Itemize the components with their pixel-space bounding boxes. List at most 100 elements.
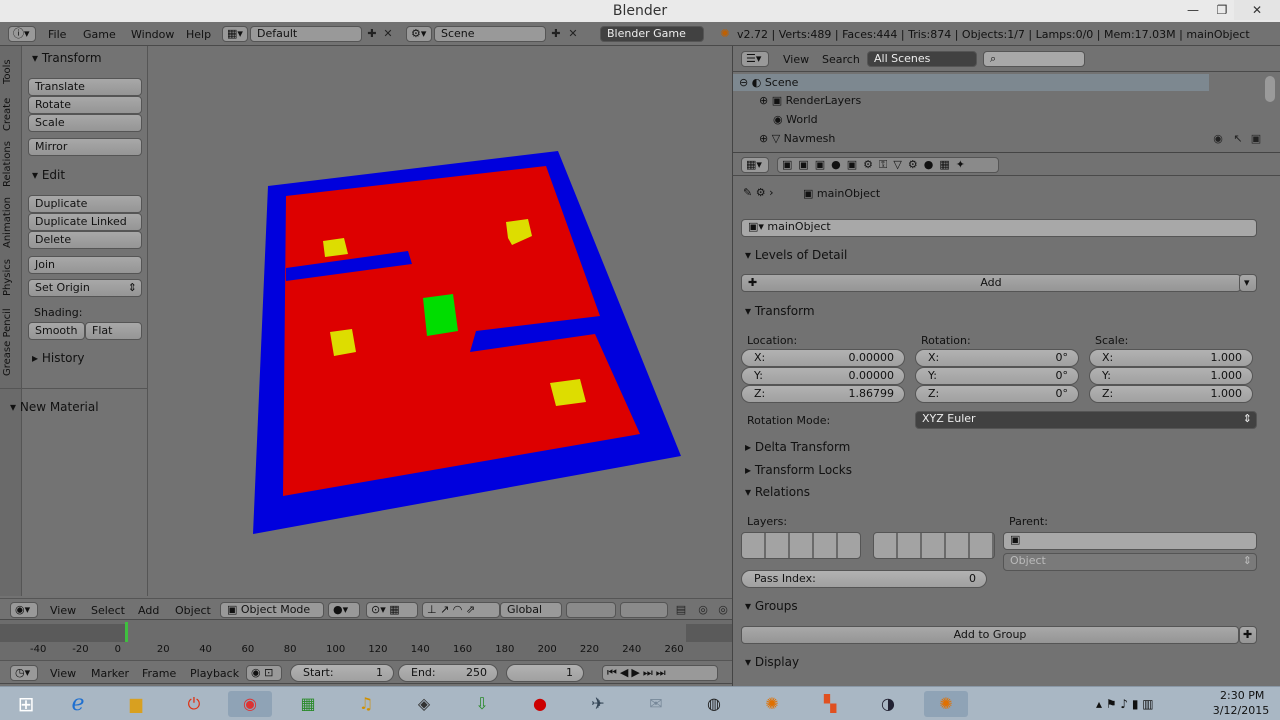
outliner-editor-type-icon[interactable]: ☰▾: [741, 51, 769, 67]
menu-window[interactable]: Window: [131, 28, 174, 41]
outliner-row-navmesh[interactable]: ⊕ ▽ Navmesh: [759, 132, 835, 145]
add-layout-icon[interactable]: ✚: [365, 27, 379, 41]
duplicate-linked-button[interactable]: Duplicate Linked: [28, 213, 142, 231]
transform-locks-header[interactable]: ▸ Transform Locks: [745, 463, 852, 477]
delete-button[interactable]: Delete: [28, 231, 142, 249]
add-group-plus-icon[interactable]: ✚: [1239, 626, 1257, 644]
rotation-x-field[interactable]: X: 0°: [915, 349, 1079, 367]
pin-icon[interactable]: ✎ ⚙ ›: [743, 186, 773, 199]
download-app-icon[interactable]: ⇩: [460, 691, 504, 717]
layer-buttons-2[interactable]: [620, 602, 668, 618]
3d-viewport[interactable]: [148, 46, 732, 598]
render-camera-icon[interactable]: ▣: [1249, 132, 1263, 146]
tab-relations[interactable]: Relations: [2, 138, 20, 190]
viewport-shading-icon[interactable]: ●▾: [328, 602, 360, 618]
rotate-button[interactable]: Rotate: [28, 96, 142, 114]
object-layers-grid-1[interactable]: [741, 532, 861, 559]
layout-selector[interactable]: Default: [250, 26, 362, 42]
mode-selector[interactable]: ▣ Object Mode: [220, 602, 324, 618]
tab-tools[interactable]: Tools: [2, 54, 20, 90]
start-button-icon[interactable]: ⊞: [4, 691, 48, 717]
end-frame-field[interactable]: End: 250: [398, 664, 498, 682]
smooth-button[interactable]: Smooth: [28, 322, 85, 340]
view3d-menu-object[interactable]: Object: [175, 604, 211, 617]
visibility-eye-icon[interactable]: ◉: [1211, 132, 1225, 146]
playback-controls[interactable]: ⏮◀▶⏭⏭: [602, 665, 718, 681]
record-lock-icons[interactable]: ◉ ⊡: [246, 665, 282, 681]
minimize-button[interactable]: —: [1176, 0, 1210, 20]
transform-props-header[interactable]: ▾ Transform: [745, 304, 815, 318]
view3d-menu-add[interactable]: Add: [138, 604, 159, 617]
object-name-field[interactable]: ▣▾ mainObject: [741, 219, 1257, 237]
file-explorer-icon[interactable]: ▆: [114, 691, 158, 717]
menu-game[interactable]: Game: [83, 28, 116, 41]
translate-button[interactable]: Translate: [28, 78, 142, 96]
power-app-icon[interactable]: ⏻: [172, 691, 216, 717]
timeline-menu-frame[interactable]: Frame: [142, 667, 176, 680]
menu-help[interactable]: Help: [186, 28, 211, 41]
duplicate-button[interactable]: Duplicate: [28, 195, 142, 213]
info-editor-type-icon[interactable]: ⓘ▾: [8, 26, 36, 42]
restore-button[interactable]: ❐: [1210, 0, 1234, 20]
groups-header[interactable]: ▾ Groups: [745, 599, 798, 613]
scale-y-field[interactable]: Y: 1.000: [1089, 367, 1253, 385]
set-origin-dropdown[interactable]: Set Origin ⇕: [28, 279, 142, 297]
render-engine-selector[interactable]: Blender Game: [600, 26, 704, 42]
timeline-menu-marker[interactable]: Marker: [91, 667, 129, 680]
timeline[interactable]: -40 -20 0 20 40 60 80 100 120 140 160 180 200 220 240 2…: [0, 620, 732, 660]
remove-scene-icon[interactable]: ✕: [566, 27, 580, 41]
history-panel-header[interactable]: ▸ History: [32, 351, 85, 365]
tab-create[interactable]: Create: [2, 94, 20, 134]
remove-layout-icon[interactable]: ✕: [381, 27, 395, 41]
start-frame-field[interactable]: Start: 1: [290, 664, 394, 682]
clock-time[interactable]: 2:30 PM: [1220, 689, 1264, 702]
pivot-snap-icons[interactable]: ⊙▾ ▦: [366, 602, 418, 618]
lod-add-button[interactable]: ✚ Add: [741, 274, 1241, 292]
outliner-search-input[interactable]: ⌕: [983, 51, 1085, 67]
relations-header[interactable]: ▾ Relations: [745, 485, 810, 499]
rotation-z-field[interactable]: Z: 0°: [915, 385, 1079, 403]
render-preview-icon[interactable]: ◎: [696, 603, 710, 617]
scale-x-field[interactable]: X: 1.000: [1089, 349, 1253, 367]
system-tray-icons[interactable]: ▴ ⚑ ♪ ▮ ▥: [1096, 697, 1154, 711]
rotation-mode-selector[interactable]: XYZ Euler ⇕: [915, 411, 1257, 429]
location-y-field[interactable]: Y: 0.00000: [741, 367, 905, 385]
outliner-filter-selector[interactable]: All Scenes: [867, 51, 977, 67]
scale-z-field[interactable]: Z: 1.000: [1089, 385, 1253, 403]
layout-icon[interactable]: ▦▾: [222, 26, 248, 42]
rotation-y-field[interactable]: Y: 0°: [915, 367, 1079, 385]
blender-icon-1[interactable]: ✺: [750, 691, 794, 717]
outliner-row-world[interactable]: ◉ World: [773, 113, 818, 126]
lock-layer-icon[interactable]: ▤: [674, 603, 688, 617]
current-frame-marker[interactable]: [125, 622, 128, 642]
outliner-row-renderlayers[interactable]: ⊕ ▣ RenderLayers: [759, 94, 861, 107]
close-button[interactable]: ✕: [1234, 0, 1280, 20]
bird-app-icon[interactable]: ✈: [576, 691, 620, 717]
internet-explorer-icon[interactable]: ℯ: [56, 691, 100, 717]
chrome-icon[interactable]: ◉: [228, 691, 272, 717]
properties-editor-type-icon[interactable]: ▦▾: [741, 157, 769, 173]
timeline-editor-type-icon[interactable]: ◷▾: [10, 665, 38, 681]
outliner-scrollbar[interactable]: [1265, 76, 1275, 102]
new-material-panel-header[interactable]: ▾ New Material: [10, 400, 99, 414]
tab-animation[interactable]: Animation: [2, 194, 20, 252]
parent-field[interactable]: ▣: [1003, 532, 1257, 550]
view3d-menu-select[interactable]: Select: [91, 604, 125, 617]
lod-panel-header[interactable]: ▾ Levels of Detail: [745, 248, 847, 262]
view3d-editor-type-icon[interactable]: ◉▾: [10, 602, 38, 618]
properties-context-tabs[interactable]: ▣▣▣●▣⚙⚿▽⚙●▦✦: [777, 157, 999, 173]
office-app-icon[interactable]: ▚: [808, 691, 852, 717]
add-to-group-button[interactable]: Add to Group: [741, 626, 1239, 644]
transform-panel-header[interactable]: ▾ Transform: [32, 51, 102, 65]
record-app-icon[interactable]: ●: [518, 691, 562, 717]
edit-panel-header[interactable]: ▾ Edit: [32, 168, 65, 182]
tab-grease-pencil[interactable]: Grease Pencil: [2, 304, 20, 380]
outliner-menu-view[interactable]: View: [783, 53, 809, 66]
manipulator-icons[interactable]: ⊥ ↗ ◠ ⇗: [422, 602, 500, 618]
blender-icon-active[interactable]: ✺: [924, 691, 968, 717]
scale-button[interactable]: Scale: [28, 114, 142, 132]
layer-buttons-1[interactable]: [566, 602, 616, 618]
add-scene-icon[interactable]: ✚: [549, 27, 563, 41]
camera-view-icon[interactable]: ◎: [716, 603, 730, 617]
object-layers-grid-2[interactable]: [873, 532, 995, 559]
